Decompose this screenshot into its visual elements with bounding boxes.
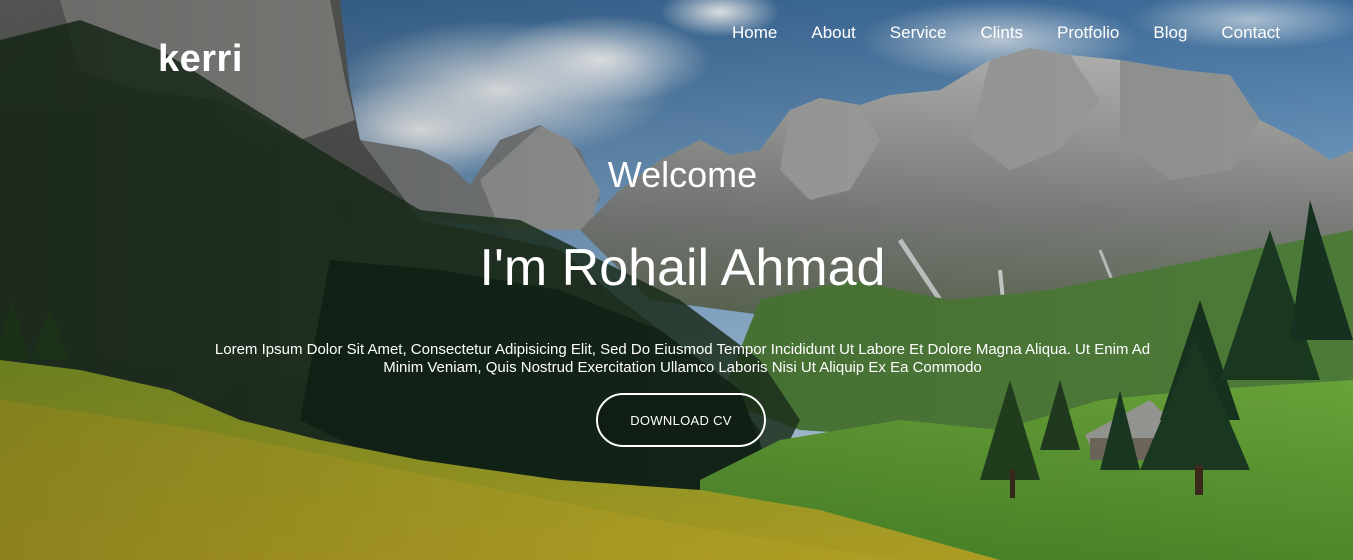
hero-section: kerri Home About Service Clints Protfoli… <box>0 0 1353 560</box>
nav-link-contact[interactable]: Contact <box>1204 20 1297 46</box>
nav-link-service[interactable]: Service <box>873 20 964 46</box>
nav-link-clients[interactable]: Clints <box>963 20 1040 46</box>
nav-link-blog[interactable]: Blog <box>1136 20 1204 46</box>
nav-link-home[interactable]: Home <box>715 20 794 46</box>
hero-description: Lorem Ipsum Dolor Sit Amet, Consectetur … <box>214 341 1151 376</box>
nav-link-about[interactable]: About <box>794 20 872 46</box>
hero-headline: I'm Rohail Ahmad <box>479 239 886 297</box>
brand-logo[interactable]: kerri <box>158 38 243 81</box>
nav-link-portfolio[interactable]: Protfolio <box>1040 20 1136 46</box>
nav-list: Home About Service Clints Protfolio Blog… <box>715 20 1297 46</box>
download-cv-button[interactable]: DOWNLOAD CV <box>596 393 766 447</box>
hero-greeting: Welcome <box>607 154 758 195</box>
